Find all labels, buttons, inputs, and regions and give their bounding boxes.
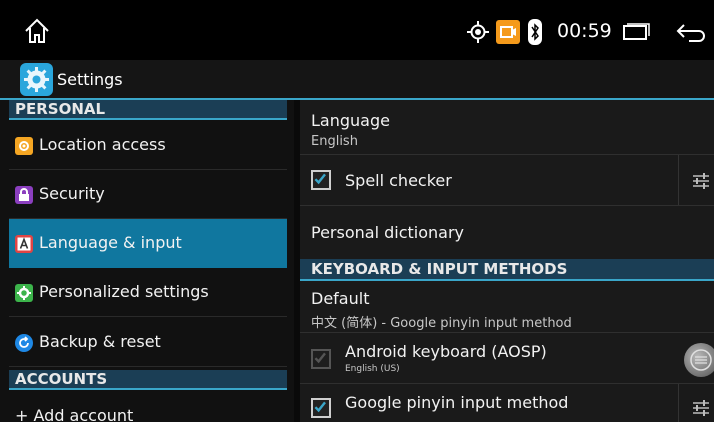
sidebar: PERSONAL Location access Security Langua… [0, 100, 294, 422]
default-title: Default [311, 289, 370, 308]
settings-gear-icon[interactable] [20, 63, 53, 96]
sliders-icon [690, 349, 712, 371]
sidebar-item-backup-reset[interactable]: Backup & reset [9, 318, 287, 367]
sidebar-item-label: Security [39, 184, 105, 203]
language-pref[interactable]: Language English [300, 100, 714, 155]
bluetooth-icon [528, 19, 542, 45]
page-title: Settings [57, 70, 123, 89]
sidebar-item-language-input[interactable]: Language & input [9, 219, 287, 268]
home-icon[interactable] [22, 16, 52, 46]
keyboard-a-icon [15, 235, 33, 253]
main-pane: Language English Spell checker Personal … [294, 100, 714, 422]
sliders-icon [693, 173, 709, 189]
clock: 00:59 [557, 20, 612, 42]
spell-checker-label: Spell checker [345, 171, 452, 190]
sidebar-item-label: Backup & reset [39, 332, 161, 351]
google-pinyin-label: Google pinyin input method [345, 393, 569, 412]
gps-icon [467, 21, 489, 43]
google-pinyin-settings-button[interactable] [678, 384, 714, 422]
sidebar-item-label: Language & input [39, 233, 182, 252]
spell-checker-settings-button[interactable] [678, 155, 714, 205]
sidebar-item-label: Location access [39, 135, 166, 154]
android-keyboard-label: Android keyboard (AOSP) [345, 342, 547, 361]
lock-icon [15, 186, 33, 204]
default-input-pref[interactable]: Default 中文 (简体) - Google pinyin input me… [300, 281, 714, 333]
gear-icon [15, 284, 33, 302]
add-account-label: + Add account [15, 406, 134, 422]
google-pinyin-pref[interactable]: Google pinyin input method [300, 384, 714, 422]
google-pinyin-checkbox[interactable] [311, 398, 331, 418]
personal-dictionary-pref[interactable]: Personal dictionary [300, 206, 714, 259]
add-account-button[interactable]: + Add account [9, 392, 287, 422]
sliders-icon [693, 400, 709, 416]
sidebar-item-location-access[interactable]: Location access [9, 121, 287, 170]
spell-checker-checkbox[interactable] [311, 170, 331, 190]
recent-apps-icon[interactable] [621, 22, 651, 42]
personal-dictionary-title: Personal dictionary [311, 223, 464, 242]
android-keyboard-checkbox[interactable] [311, 349, 331, 369]
status-bar: 00:59 [0, 0, 714, 60]
keyboard-input-header: KEYBOARD & INPUT METHODS [300, 259, 714, 281]
default-value: 中文 (简体) - Google pinyin input method [311, 316, 572, 331]
location-icon [15, 137, 33, 155]
camera-icon [496, 20, 520, 44]
sidebar-item-personalized-settings[interactable]: Personalized settings [9, 268, 287, 317]
language-value: English [311, 134, 358, 149]
language-title: Language [311, 111, 390, 130]
action-bar: Settings [0, 60, 714, 100]
android-keyboard-pref[interactable]: Android keyboard (AOSP) English (US) [300, 333, 714, 384]
sidebar-item-security[interactable]: Security [9, 170, 287, 219]
spell-checker-pref[interactable]: Spell checker [300, 155, 714, 206]
back-icon[interactable] [675, 21, 707, 43]
android-keyboard-sub: English (US) [345, 364, 400, 374]
sidebar-item-label: Personalized settings [39, 282, 209, 301]
assistive-touch-button[interactable] [684, 343, 714, 377]
personal-header: PERSONAL [9, 100, 287, 120]
accounts-header: ACCOUNTS [9, 370, 287, 390]
backup-icon [15, 334, 33, 352]
